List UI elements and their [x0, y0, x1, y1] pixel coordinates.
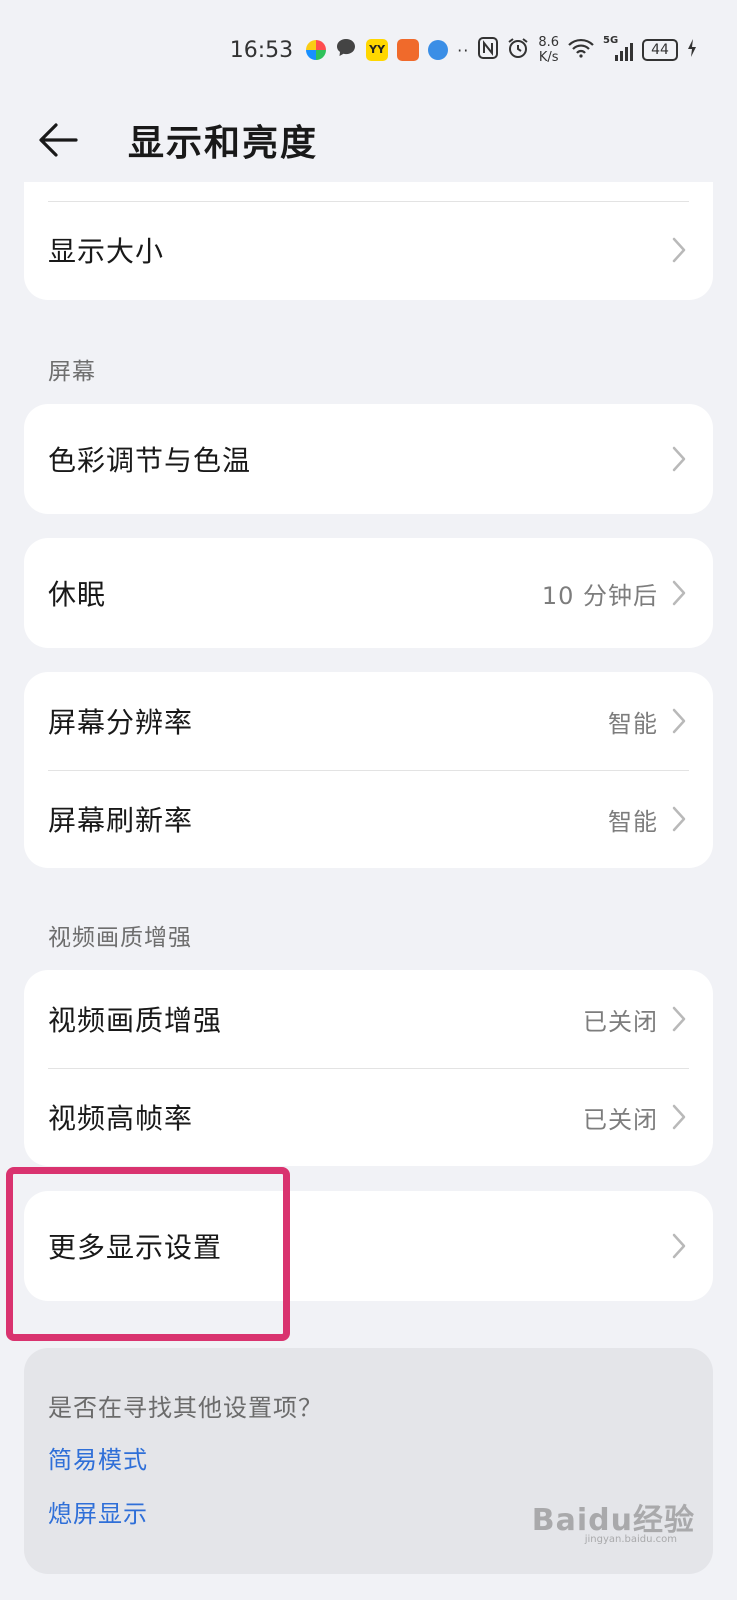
- message-icon: [335, 37, 357, 64]
- page-header: 显示和亮度: [0, 100, 737, 180]
- refresh-rate-label: 屏幕刷新率: [48, 804, 194, 837]
- alarm-icon: [507, 37, 529, 64]
- kuaishou-icon: [306, 40, 327, 60]
- network-type: 5G: [603, 35, 619, 46]
- chevron-right-icon: [672, 806, 686, 832]
- net-speed-value: 8.6: [538, 35, 559, 50]
- chevron-right-icon: [672, 580, 686, 606]
- chevron-right-icon: [672, 1006, 686, 1032]
- aod-link[interactable]: 熄屏显示: [48, 1494, 148, 1529]
- color-temp-card: 色彩调节与色温: [24, 404, 713, 514]
- wifi-icon: [568, 38, 594, 63]
- more-dots: ··: [457, 40, 470, 60]
- section-label-video: 视频画质增强: [48, 925, 192, 951]
- screen-settings-card: 屏幕分辨率 智能 屏幕刷新率 智能: [24, 672, 713, 868]
- browser-icon: [428, 40, 449, 60]
- status-bar: 16:53 YY ·· 8.6 K/s 5G 44: [230, 30, 697, 70]
- sleep-row[interactable]: 休眠 10 分钟后: [24, 538, 713, 648]
- back-button[interactable]: [38, 105, 128, 175]
- display-size-card: 显示大小: [24, 182, 713, 300]
- chevron-right-icon: [672, 446, 686, 472]
- video-card: 视频画质增强 已关闭 视频高帧率 已关闭: [24, 970, 713, 1166]
- nfc-icon: [478, 36, 499, 64]
- video-enhance-row[interactable]: 视频画质增强 已关闭: [24, 970, 713, 1068]
- app-icon: [397, 39, 420, 61]
- video-high-fps-label: 视频高帧率: [48, 1102, 194, 1135]
- page-title: 显示和亮度: [128, 123, 319, 164]
- highlight-annotation: [6, 1167, 290, 1341]
- video-enhance-label: 视频画质增强: [48, 1004, 223, 1037]
- net-speed-unit: K/s: [538, 50, 559, 65]
- video-high-fps-value: 已关闭: [583, 1105, 658, 1134]
- refresh-rate-value: 智能: [608, 807, 658, 836]
- refresh-rate-row[interactable]: 屏幕刷新率 智能: [24, 771, 713, 867]
- chevron-right-icon: [672, 237, 686, 263]
- display-size-row[interactable]: 显示大小: [24, 202, 713, 298]
- hint-title: 是否在寻找其他设置项？: [48, 1394, 323, 1422]
- watermark: Baidu经验: [531, 1503, 695, 1538]
- status-time: 16:53: [229, 37, 294, 63]
- yy-icon: YY: [366, 39, 389, 61]
- resolution-value: 智能: [608, 709, 658, 738]
- color-temp-row[interactable]: 色彩调节与色温: [24, 404, 713, 514]
- video-high-fps-row[interactable]: 视频高帧率 已关闭: [24, 1069, 713, 1165]
- simple-mode-link[interactable]: 简易模式: [48, 1440, 148, 1475]
- watermark-url: jingyan.baidu.com: [584, 1534, 677, 1545]
- signal-icon: 5G: [603, 35, 633, 61]
- charging-icon: [687, 38, 697, 63]
- battery-level: 44: [651, 42, 669, 58]
- back-arrow-icon: [39, 123, 78, 157]
- color-temp-label: 色彩调节与色温: [48, 444, 252, 477]
- sleep-card: 休眠 10 分钟后: [24, 538, 713, 648]
- resolution-row[interactable]: 屏幕分辨率 智能: [24, 672, 713, 770]
- resolution-label: 屏幕分辨率: [48, 706, 194, 739]
- sleep-label: 休眠: [48, 578, 107, 611]
- net-speed: 8.6 K/s: [538, 35, 559, 65]
- display-size-label: 显示大小: [48, 235, 165, 268]
- sleep-value: 10 分钟后: [541, 581, 658, 610]
- section-label-screen: 屏幕: [48, 359, 96, 385]
- chevron-right-icon: [672, 1104, 686, 1130]
- video-enhance-value: 已关闭: [583, 1007, 658, 1036]
- chevron-right-icon: [672, 708, 686, 734]
- battery-indicator: 44: [642, 39, 678, 61]
- chevron-right-icon: [672, 1233, 686, 1259]
